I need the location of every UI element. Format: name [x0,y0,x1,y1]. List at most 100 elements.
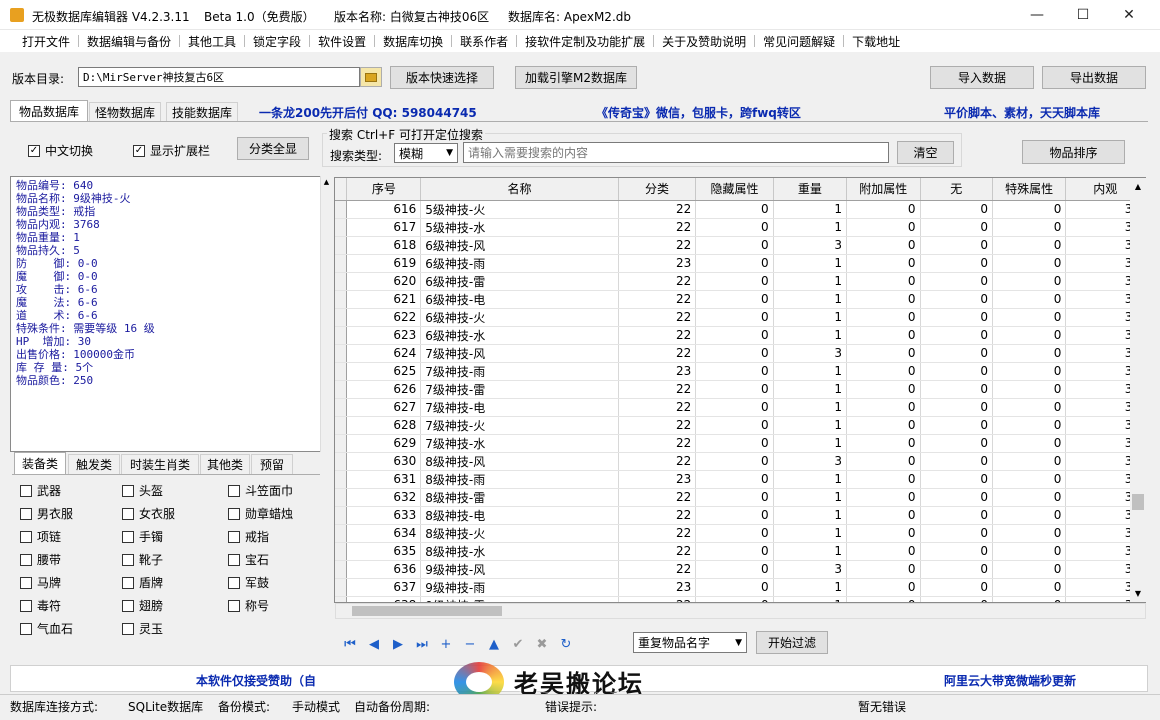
sort-button[interactable]: 物品排序 [1022,140,1125,164]
table-cell[interactable]: 0 [695,236,774,255]
table-cell[interactable]: 0 [846,200,921,219]
row-indicator[interactable] [335,524,348,543]
table-cell[interactable]: 7级神技-风 [420,344,619,363]
first-icon[interactable]: ⏮ [340,636,360,652]
scroll-thumb[interactable] [352,606,502,616]
table-row[interactable]: 6267级神技-雷220100037 [335,380,1145,399]
table-row[interactable]: 6328级神技-雷220100037 [335,488,1145,507]
table-cell[interactable]: 0 [992,434,1067,453]
tab-items[interactable]: 物品数据库 [10,100,88,122]
table-cell[interactable]: 0 [992,488,1067,507]
cat-tab-equipment[interactable]: 装备类 [14,452,66,474]
table-cell[interactable]: 22 [618,344,697,363]
table-cell[interactable]: 3 [773,560,848,579]
table-cell[interactable]: 0 [846,452,921,471]
search-type-select[interactable]: 模糊 ▼ [394,143,458,163]
category-checkbox[interactable]: 女衣服 [122,505,175,522]
table-cell[interactable]: 7级神技-电 [420,398,619,417]
dir-input[interactable]: D:\MirServer神技复古6区 [78,67,360,87]
row-indicator[interactable] [335,344,348,363]
table-cell[interactable]: 0 [920,326,993,345]
show-ext-checkbox[interactable]: ✓ 显示扩展栏 [133,142,210,159]
menu-item[interactable]: 接软件定制及功能扩展 [517,33,653,50]
row-indicator[interactable] [335,596,348,602]
table-cell[interactable]: 0 [920,236,993,255]
table-cell[interactable]: 0 [920,506,993,525]
table-cell[interactable]: 626 [346,380,422,399]
table-cell[interactable]: 23 [618,470,697,489]
table-cell[interactable]: 1 [773,596,848,602]
table-cell[interactable]: 0 [992,596,1067,602]
table-cell[interactable]: 0 [846,506,921,525]
table-cell[interactable]: 625 [346,362,422,381]
row-indicator[interactable] [335,560,348,579]
menu-item[interactable]: 打开文件 [14,33,78,50]
table-cell[interactable]: 1 [773,488,848,507]
row-indicator[interactable] [335,542,348,561]
table-cell[interactable]: 23 [618,362,697,381]
column-header[interactable]: 特殊属性 [992,178,1067,201]
table-cell[interactable]: 22 [618,488,697,507]
table-cell[interactable]: 6级神技-水 [420,326,619,345]
table-cell[interactable]: 0 [992,272,1067,291]
clear-button[interactable]: 清空 [897,141,954,164]
table-cell[interactable]: 0 [846,290,921,309]
row-indicator[interactable] [335,398,348,417]
table-cell[interactable]: 1 [773,362,848,381]
menu-item[interactable]: 数据编辑与备份 [79,33,179,50]
table-row[interactable]: 6308级神技-风220300037 [335,452,1145,471]
row-indicator[interactable] [335,308,348,327]
tab-skills[interactable]: 技能数据库 [166,102,238,122]
column-header[interactable]: 无 [920,178,993,201]
menu-item[interactable]: 下载地址 [844,33,908,50]
table-cell[interactable]: 7级神技-雷 [420,380,619,399]
table-cell[interactable]: 0 [695,488,774,507]
minimize-button[interactable]: — [1014,0,1060,30]
table-cell[interactable]: 0 [846,308,921,327]
table-cell[interactable]: 22 [618,524,697,543]
table-cell[interactable]: 0 [920,272,993,291]
table-cell[interactable]: 0 [920,524,993,543]
table-cell[interactable]: 0 [992,470,1067,489]
table-cell[interactable]: 619 [346,254,422,273]
category-checkbox[interactable]: 气血石 [20,620,73,637]
table-cell[interactable]: 22 [618,398,697,417]
table-cell[interactable]: 0 [920,596,993,602]
export-button[interactable]: 导出数据 [1042,66,1146,89]
search-input[interactable]: 请输入需要搜索的内容 [463,142,889,163]
table-cell[interactable]: 0 [846,218,921,237]
table-cell[interactable]: 624 [346,344,422,363]
scroll-up-icon[interactable]: ▲ [1130,182,1146,191]
table-cell[interactable]: 5级神技-水 [420,218,619,237]
menu-item[interactable]: 其他工具 [180,33,244,50]
table-cell[interactable]: 0 [846,416,921,435]
row-indicator[interactable] [335,452,348,471]
table-cell[interactable]: 621 [346,290,422,309]
table-cell[interactable]: 0 [846,272,921,291]
table-cell[interactable]: 3 [773,236,848,255]
table-cell[interactable]: 6级神技-电 [420,290,619,309]
next-icon[interactable]: ▶ [388,636,408,652]
category-checkbox[interactable]: 武器 [20,482,61,499]
table-row[interactable]: 6247级神技-风220300037 [335,344,1145,363]
maximize-button[interactable]: ☐ [1060,0,1106,30]
column-header[interactable]: 序号 [346,178,422,201]
table-cell[interactable]: 627 [346,398,422,417]
scroll-thumb[interactable] [1132,494,1144,510]
table-cell[interactable]: 1 [773,398,848,417]
table-cell[interactable]: 1 [773,542,848,561]
table-cell[interactable]: 617 [346,218,422,237]
table-cell[interactable]: 0 [920,308,993,327]
category-checkbox[interactable]: 手镯 [122,528,163,545]
table-cell[interactable]: 22 [618,200,697,219]
cat-tab-reserved[interactable]: 预留 [251,454,293,474]
items-grid[interactable]: 序号 名称 分类 隐藏属性 重量 附加属性无特殊属性 内观 616 5级神技-火 22 0 1 0 0 0… [334,177,1146,603]
table-cell[interactable]: 0 [992,524,1067,543]
scroll-up-icon[interactable]: ▲ [321,178,332,186]
table-cell[interactable]: 22 [618,290,697,309]
table-cell[interactable]: 0 [695,596,774,602]
filter-select[interactable]: 重复物品名字 ▼ [633,632,747,653]
category-checkbox[interactable]: 灵玉 [122,620,163,637]
table-cell[interactable]: 22 [618,380,697,399]
table-row[interactable]: 6216级神技-电220100037 [335,290,1145,309]
